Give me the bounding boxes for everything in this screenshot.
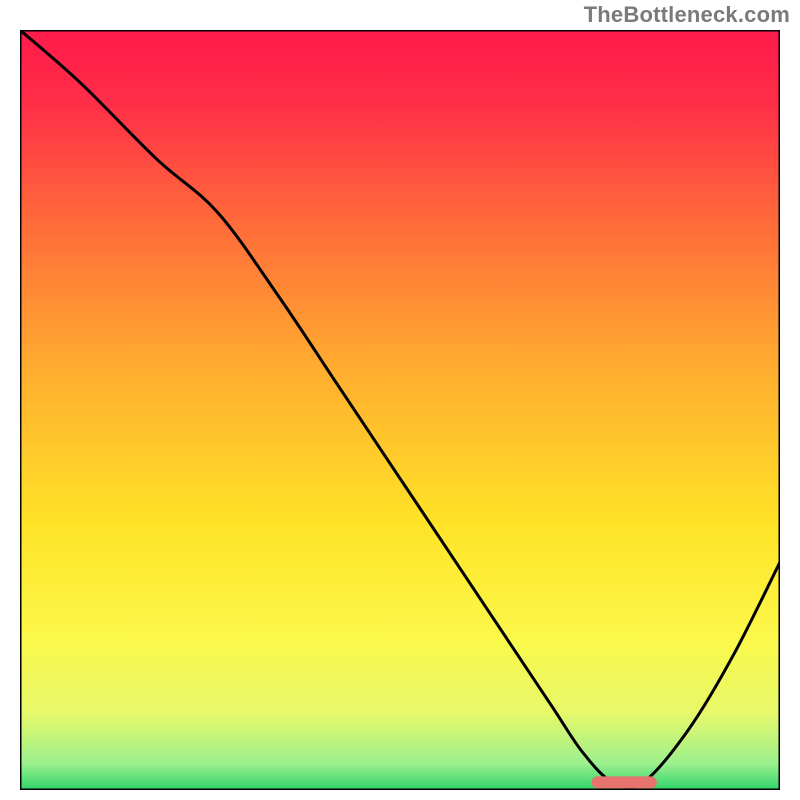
gradient-background <box>20 30 780 790</box>
watermark-text: TheBottleneck.com <box>584 2 790 28</box>
bottleneck-chart-svg <box>20 30 780 790</box>
chart-area <box>20 30 780 790</box>
